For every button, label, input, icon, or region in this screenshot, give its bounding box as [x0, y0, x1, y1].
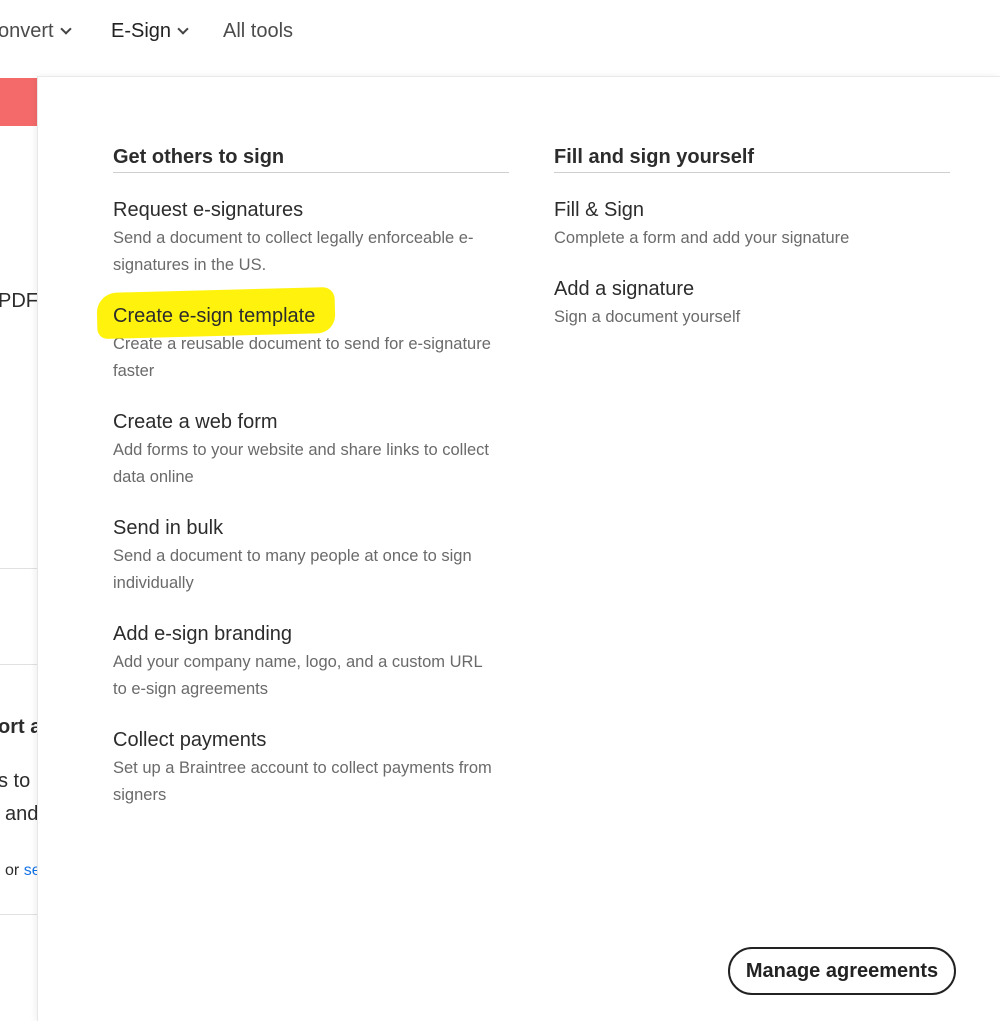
menu-item-collect-payments[interactable]: Collect payments Set up a Braintree acco…	[113, 727, 509, 809]
menu-item-description: Create a reusable document to send for e…	[113, 335, 491, 380]
menu-item-create-e-sign-template[interactable]: Create e-sign template Create a reusable…	[96, 286, 509, 385]
menu-item-description: Sign a document yourself	[554, 308, 741, 326]
background-link[interactable]: se	[24, 862, 37, 879]
menu-item-add-a-signature[interactable]: Add a signature Sign a document yourself	[554, 276, 950, 331]
menu-item-send-in-bulk[interactable]: Send in bulk Send a document to many peo…	[113, 515, 509, 597]
nav-esign-label: E-Sign	[111, 20, 172, 42]
background-divider	[0, 914, 37, 915]
menu-item-title: Create a web form	[113, 411, 278, 433]
menu-item-title: Send in bulk	[113, 517, 224, 539]
menu-item-create-web-form[interactable]: Create a web form Add forms to your webs…	[113, 409, 509, 491]
background-text-line: and	[5, 803, 37, 825]
menu-item-title: Create e-sign template	[96, 286, 336, 340]
background-text-line: s to	[0, 770, 31, 792]
menu-item-description: Complete a form and add your signature	[554, 229, 850, 247]
column-get-others-to-sign: Get others to sign Request e-signatures …	[96, 145, 509, 809]
column-heading: Get others to sign	[113, 145, 509, 173]
chevron-down-icon	[177, 23, 189, 35]
menu-item-fill-and-sign[interactable]: Fill & Sign Complete a form and add your…	[554, 197, 950, 252]
background-divider	[0, 568, 37, 569]
nav-all-tools-label: All tools	[223, 20, 294, 42]
column-fill-and-sign-yourself: Fill and sign yourself Fill & Sign Compl…	[554, 145, 950, 331]
menu-item-title: Add a signature	[554, 278, 695, 300]
background-divider	[0, 664, 37, 665]
nav-all-tools[interactable]: All tools	[223, 18, 293, 44]
manage-agreements-button[interactable]: Manage agreements	[728, 947, 956, 995]
menu-item-request-e-signatures[interactable]: Request e-signatures Send a document to …	[113, 197, 509, 279]
background-banner	[0, 78, 37, 126]
menu-item-description: Send a document to collect legally enfor…	[113, 229, 474, 274]
menu-item-description: Send a document to many people at once t…	[113, 547, 472, 592]
menu-item-title: Collect payments	[113, 729, 267, 751]
background-page: PDF ort a s to and or se	[0, 76, 37, 1021]
background-text-or: or	[5, 862, 20, 879]
column-heading: Fill and sign yourself	[554, 145, 950, 173]
menu-item-description: Add your company name, logo, and a custo…	[113, 653, 483, 698]
nav-convert-label: onvert	[0, 20, 54, 42]
chevron-down-icon	[59, 23, 72, 35]
menu-item-description: Add forms to your website and share link…	[113, 441, 490, 486]
background-text-line: or se	[5, 862, 37, 880]
top-nav: onvert E-Sign All tools	[0, 0, 1000, 76]
menu-item-add-e-sign-branding[interactable]: Add e-sign branding Add your company nam…	[113, 621, 509, 703]
nav-convert[interactable]: onvert	[0, 18, 72, 44]
background-text-heading: ort a	[0, 716, 37, 738]
esign-menu-panel: Get others to sign Request e-signatures …	[37, 76, 1000, 1021]
menu-item-description: Set up a Braintree account to collect pa…	[113, 759, 492, 804]
menu-item-title: Fill & Sign	[554, 199, 645, 221]
nav-esign[interactable]: E-Sign	[111, 18, 189, 44]
background-text-pdf: PDF	[0, 290, 37, 312]
menu-item-title: Add e-sign branding	[113, 623, 293, 645]
menu-item-title: Request e-signatures	[113, 199, 304, 221]
